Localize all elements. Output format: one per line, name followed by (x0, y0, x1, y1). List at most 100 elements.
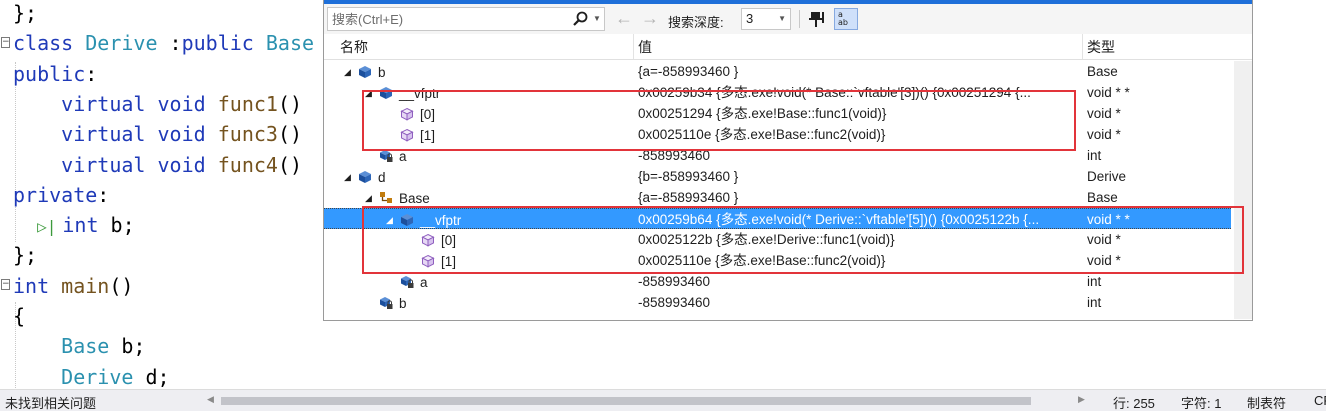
watch-row-type: Base (1087, 64, 1118, 79)
object-icon (358, 64, 372, 79)
code-token: Base (265, 31, 315, 56)
search-options-dropdown-icon[interactable]: ▼ (593, 14, 601, 23)
code-token: class (13, 31, 86, 56)
code-line[interactable]: public: (13, 59, 97, 89)
pin-icon[interactable] (806, 9, 828, 29)
search-depth-select[interactable]: 3 ▼ (741, 8, 791, 30)
watch-row[interactable]: ◢ Base {a=-858993460 } Base (324, 187, 1231, 208)
code-token: () (277, 91, 303, 116)
code-line[interactable]: }; (13, 0, 37, 28)
watch-row-value[interactable]: -858993460 (638, 292, 1082, 313)
watch-row-type: Derive (1087, 169, 1127, 184)
search-icon[interactable] (572, 11, 590, 27)
code-token: int (62, 213, 99, 238)
status-column-number[interactable]: 字符: 1 (1181, 393, 1221, 411)
code-token: : (157, 31, 182, 56)
watch-row-name-cell: a (386, 271, 428, 292)
code-line[interactable]: int main() (13, 271, 133, 301)
fold-toggle-icon[interactable]: − (1, 37, 10, 48)
watch-row[interactable]: b -858993460 int (324, 292, 1231, 313)
private-field-icon (379, 295, 393, 310)
code-line[interactable]: virtual void func3() (13, 119, 302, 149)
watch-row-type: int (1087, 274, 1102, 289)
vertical-scrollbar[interactable] (1234, 61, 1252, 319)
code-token: void (157, 152, 206, 177)
code-line[interactable]: }; (13, 240, 37, 270)
search-next-arrow-icon[interactable]: → (640, 9, 660, 28)
step-marker-icon: ▷| (37, 217, 57, 237)
code-token: virtual (61, 152, 146, 177)
code-line[interactable]: virtual void func1() (13, 89, 302, 119)
watch-row[interactable]: ◢ d {b=-858993460 } Derive (324, 166, 1231, 187)
watch-row-value[interactable]: {a=-858993460 } (638, 187, 1082, 208)
search-previous-arrow-icon[interactable]: ← (614, 9, 634, 28)
status-line-number[interactable]: 行: 255 (1113, 393, 1155, 411)
watch-row-type: int (1087, 295, 1102, 310)
watch-window: ▼ ← → 搜索深度: 3 ▼ aab 名称 值 类型 ◢ b {a=-858993… (323, 0, 1253, 321)
watch-row-name: d (378, 169, 386, 185)
expand-triangle-icon[interactable]: ◢ (344, 62, 354, 83)
scroll-right-arrow-icon[interactable]: ▶ (1078, 394, 1085, 405)
watch-row-name-cell: b (365, 292, 407, 313)
code-token: public (181, 31, 254, 56)
watch-row[interactable]: ◢ b {a=-858993460 } Base (324, 61, 1231, 82)
watch-row-type: void * * (1087, 85, 1130, 100)
code-line[interactable]: private: (13, 180, 109, 210)
annotation-highlight-box (362, 90, 1076, 151)
toolbar-separator (799, 10, 800, 28)
code-line[interactable]: Base b; (13, 331, 145, 361)
horizontal-scrollbar-thumb[interactable] (221, 397, 1031, 405)
watch-row-name: b (399, 295, 407, 311)
code-line[interactable]: class Derive :public Base (13, 28, 314, 58)
watch-toolbar: ▼ ← → 搜索深度: 3 ▼ aab (324, 4, 1252, 34)
code-line[interactable]: Derive d; (13, 362, 170, 389)
code-token: private (13, 182, 98, 207)
code-line[interactable]: virtual void func4() (13, 150, 302, 180)
raw-format-icon: a ab (838, 10, 848, 27)
watch-row-value[interactable]: -858993460 (638, 271, 1082, 292)
code-token: d; (133, 364, 170, 389)
view-raw-format-button[interactable]: a ab (834, 8, 858, 30)
search-box[interactable]: ▼ (327, 7, 605, 31)
watch-grid-header: 名称 值 类型 (324, 34, 1252, 60)
column-header-name[interactable]: 名称 (334, 34, 368, 60)
status-indent-mode[interactable]: 制表符 (1247, 393, 1286, 411)
code-token: b; (98, 213, 135, 238)
fold-toggle-icon[interactable]: − (1, 279, 10, 290)
code-line[interactable]: { (13, 301, 25, 331)
watch-row-name: a (420, 274, 428, 290)
watch-row-name: a (399, 148, 407, 164)
watch-row-value[interactable]: {b=-858993460 } (638, 166, 1082, 187)
code-token: Derive (85, 31, 158, 56)
code-token: func4 (217, 152, 278, 177)
scroll-left-arrow-icon[interactable]: ◀ (207, 394, 214, 405)
watch-row-name: b (378, 64, 386, 80)
code-token: int (13, 273, 50, 298)
watch-row-value[interactable]: {a=-858993460 } (638, 61, 1082, 82)
watch-row-name-cell: ◢ d (344, 166, 386, 187)
code-line[interactable]: ▷| int b; (13, 210, 135, 240)
status-line-ending[interactable]: CR (1314, 393, 1326, 408)
expand-triangle-icon[interactable]: ◢ (344, 167, 354, 188)
code-token: main (61, 273, 110, 298)
column-header-type[interactable]: 类型 (1081, 34, 1115, 60)
column-header-value[interactable]: 值 (632, 34, 652, 60)
watch-row[interactable]: a -858993460 int (324, 271, 1231, 292)
code-token: }; (13, 243, 38, 268)
code-token: () (277, 152, 303, 177)
search-input[interactable] (332, 10, 562, 28)
code-token: func1 (217, 91, 278, 116)
status-bar: 未找到相关问题 ◀ ▶ 行: 255 字符: 1 制表符 CR (0, 389, 1326, 411)
code-token: virtual (61, 122, 146, 147)
watch-row-name: Base (399, 190, 430, 206)
